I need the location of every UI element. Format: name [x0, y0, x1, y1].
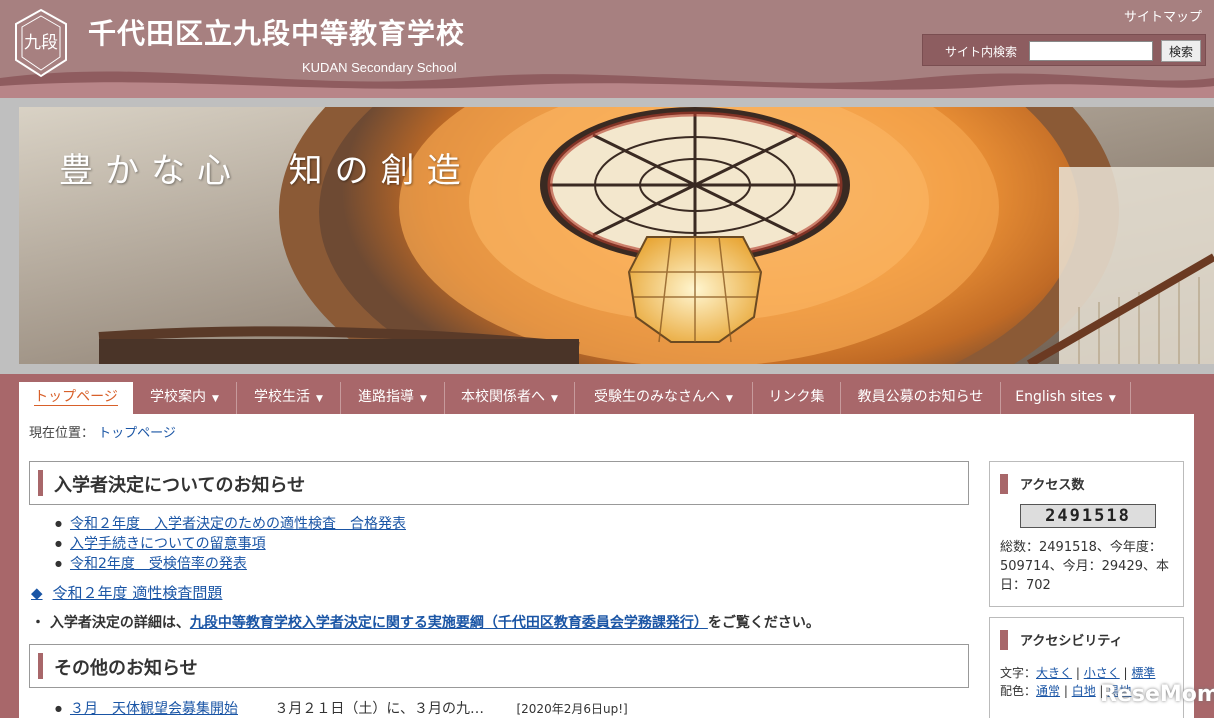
access-counter: 2491518 — [1020, 504, 1156, 528]
admission-guidelines-link[interactable]: 九段中等教育学校入学者決定に関する実施要綱（千代田区教育委員会学務課発行） — [190, 615, 708, 631]
list-item: 入学手続きについての留意事項 — [55, 534, 406, 554]
access-title: アクセス数 — [1020, 478, 1085, 493]
notice-link[interactable]: 令和２年度 入学者決定のための適性検査 合格発表 — [70, 516, 406, 532]
nav-applicants[interactable]: 受験生のみなさんへ ▼ — [575, 382, 753, 414]
nav-school-info[interactable]: 学校案内 ▼ — [133, 382, 237, 414]
breadcrumb-current[interactable]: トップページ — [98, 426, 176, 441]
accessibility-title: アクセシビリティ — [1020, 634, 1123, 649]
breadcrumb: 現在位置： トップページ — [29, 422, 176, 441]
site-title[interactable]: 千代田区立九段中等教育学校 — [88, 12, 465, 52]
nav-stakeholders[interactable]: 本校関係者へ ▼ — [445, 382, 575, 414]
heading-accent-bar — [38, 653, 43, 679]
section-title: 入学者決定についてのお知らせ — [54, 475, 306, 496]
list-item: ● ３月 天体観望会募集開始 ３月２１日（土）に、３月の九… [2020年2月6日… — [55, 698, 628, 718]
heading-accent-bar — [38, 470, 43, 496]
admission-detail-text: ・ 入学者決定の詳細は、九段中等教育学校入学者決定に関する実施要綱（千代田区教育… — [31, 615, 820, 631]
diamond-icon: ◆ — [31, 584, 43, 602]
admission-notice-list: 令和２年度 入学者決定のための適性検査 合格発表 入学手続きについての留意事項 … — [55, 514, 406, 574]
caret-down-icon: ▼ — [726, 394, 733, 404]
nav-school-life[interactable]: 学校生活 ▼ — [237, 382, 341, 414]
search-button[interactable]: 検索 — [1161, 40, 1201, 62]
caret-down-icon: ▼ — [551, 394, 558, 404]
text-size-small-link[interactable]: 小さく — [1084, 666, 1120, 680]
caret-down-icon: ▼ — [1108, 394, 1116, 404]
other-notice-link[interactable]: ３月 天体観望会募集開始 — [70, 701, 238, 717]
color-white-link[interactable]: 白地 — [1072, 684, 1096, 698]
hero-banner: 豊かな心 知の創造 — [19, 107, 1214, 364]
heading-accent-bar — [1000, 474, 1008, 494]
site-header: 九段 千代田区立九段中等教育学校 KUDAN Secondary School … — [0, 0, 1214, 98]
hero-slogan: 豊かな心 知の創造 — [59, 151, 473, 191]
site-search: サイト内検索 検索 — [922, 34, 1206, 66]
sitemap-link[interactable]: サイトマップ — [1124, 6, 1202, 25]
caret-down-icon: ▼ — [420, 394, 427, 404]
exam-problems-link[interactable]: ◆ 令和２年度 適性検査問題 — [31, 582, 222, 603]
caret-down-icon: ▼ — [212, 394, 219, 404]
notice-link[interactable]: 入学手続きについての留意事項 — [70, 536, 266, 552]
other-notice-summary: ３月２１日（土）に、３月の九… — [274, 701, 485, 717]
list-item: 令和２年度 入学者決定のための適性検査 合格発表 — [55, 514, 406, 534]
nav-top-page[interactable]: トップページ — [19, 382, 133, 414]
nav-english-sites[interactable]: English sites ▼ — [1001, 382, 1131, 414]
site-subtitle: KUDAN Secondary School — [302, 60, 457, 75]
notice-link[interactable]: 令和2年度 受検倍率の発表 — [70, 556, 247, 572]
breadcrumb-label: 現在位置： — [29, 426, 95, 441]
section-heading-other: その他のお知らせ — [29, 644, 969, 688]
list-item: 令和2年度 受検倍率の発表 — [55, 554, 406, 574]
color-normal-link[interactable]: 通常 — [1036, 684, 1060, 698]
search-input[interactable] — [1029, 41, 1153, 61]
access-counter-box: アクセス数 2491518 総数：2491518、今年度：509714、今月：2… — [989, 461, 1184, 607]
main-nav: トップページ 学校案内 ▼ 学校生活 ▼ 進路指導 ▼ 本校関係者へ ▼ 受験生のみなさ… — [19, 382, 1194, 414]
post-date: [2020年2月6日up!] — [516, 702, 628, 716]
text-size-large-link[interactable]: 大きく — [1036, 666, 1072, 680]
text-size-controls: 文字：大きく | 小さく | 標準 — [1000, 666, 1156, 680]
nav-career[interactable]: 進路指導 ▼ — [341, 382, 445, 414]
caret-down-icon: ▼ — [316, 394, 323, 404]
access-stats: 総数：2491518、今年度：509714、今月：29429、本日：702 — [1000, 540, 1169, 593]
nav-links[interactable]: リンク集 — [753, 382, 841, 414]
main-content: 現在位置： トップページ 入学者決定についてのお知らせ 令和２年度 入学者決定の… — [19, 414, 1194, 718]
resemom-watermark-logo: ReseMom — [1100, 682, 1214, 707]
svg-text:九段: 九段 — [24, 33, 58, 53]
text-size-normal-link[interactable]: 標準 — [1131, 666, 1155, 680]
nav-teacher-recruit[interactable]: 教員公募のお知らせ — [841, 382, 1001, 414]
heading-accent-bar — [1000, 630, 1008, 650]
section-title: その他のお知らせ — [54, 658, 198, 679]
search-label: サイト内検索 — [945, 45, 1018, 59]
section-heading-admission: 入学者決定についてのお知らせ — [29, 461, 969, 505]
school-emblem-icon[interactable]: 九段 — [10, 8, 72, 78]
bullet-icon: ● — [55, 704, 62, 713]
